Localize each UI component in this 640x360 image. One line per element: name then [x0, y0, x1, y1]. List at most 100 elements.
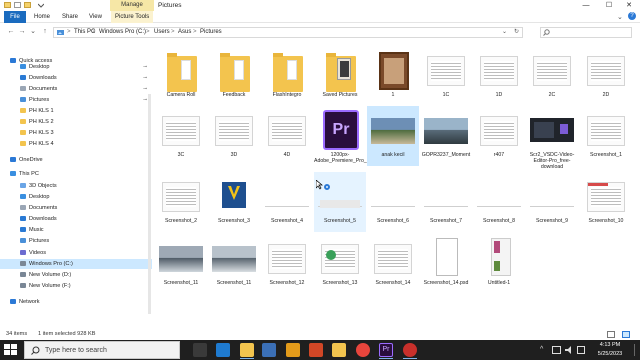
file-item[interactable]: anak kecil [367, 106, 419, 166]
quick-access-dropdown-icon[interactable] [37, 3, 45, 8]
file-item[interactable]: 4D [261, 106, 313, 166]
close-button[interactable]: ✕ [618, 0, 640, 11]
file-item[interactable]: Screenshot_4 [261, 172, 313, 232]
nav-item-pictures[interactable]: Pictures [20, 95, 49, 105]
nav-item-downloads[interactable]: Downloads [20, 214, 57, 224]
address-bar[interactable]: > This PC > Windows Pro (C:) > Users > A… [53, 27, 523, 38]
file-item[interactable]: 1 [367, 46, 419, 106]
file-item[interactable]: 3D [208, 106, 260, 166]
details-view-icon[interactable] [607, 331, 615, 338]
search-input[interactable] [540, 27, 632, 38]
large-icons-view-icon[interactable] [622, 331, 630, 338]
nav-item-documents[interactable]: Documents [20, 203, 57, 213]
folder-quick-icon[interactable] [4, 2, 11, 8]
file-item[interactable]: Saved Pictures [314, 46, 366, 106]
recorder-icon[interactable] [403, 343, 417, 357]
tab-share[interactable]: Share [62, 11, 78, 23]
up-button[interactable]: ↑ [40, 27, 50, 37]
crumb-drive[interactable]: Windows Pro (C:) [99, 28, 146, 37]
file-item[interactable]: Screenshot_14 [367, 234, 419, 294]
tab-home[interactable]: Home [34, 11, 50, 23]
nav-item-ph-kls-4[interactable]: PH KLS 4 [20, 139, 54, 149]
minimize-button[interactable]: — [575, 0, 597, 11]
file-item[interactable]: Untitled-1 [473, 234, 525, 294]
pin-icon[interactable]: ⊸ [143, 95, 147, 105]
nav-item-desktop[interactable]: Desktop [20, 192, 50, 202]
help-icon[interactable]: ? [628, 12, 636, 20]
back-button[interactable]: ← [6, 27, 16, 37]
crumb-asus[interactable]: Asus [178, 28, 191, 37]
address-dropdown-icon[interactable]: ⌄ [502, 28, 507, 37]
file-item[interactable]: Screenshot_2 [155, 172, 207, 232]
file-item[interactable]: FlashIntegro [261, 46, 313, 106]
pin-icon[interactable]: ⊸ [143, 73, 147, 83]
file-item[interactable]: r407 [473, 106, 525, 166]
file-item[interactable]: Screenshot_6 [367, 172, 419, 232]
refresh-icon[interactable]: ↻ [514, 28, 519, 37]
file-item[interactable]: GOPR3237_Moment [420, 106, 472, 166]
network-tray-icon[interactable] [552, 346, 561, 354]
file-item[interactable]: 2D [580, 46, 632, 106]
office-icon[interactable] [309, 343, 323, 357]
premiere-icon[interactable]: Pr [379, 343, 393, 357]
nav-item-music[interactable]: Music [20, 225, 44, 235]
file-item[interactable]: Screenshot_8 [473, 172, 525, 232]
file-item[interactable]: Screenshot_12 [261, 234, 313, 294]
pin-icon[interactable]: ⊸ [143, 62, 147, 72]
file-item[interactable]: Screenshot_9 [526, 172, 578, 232]
maximize-button[interactable]: ☐ [598, 0, 620, 11]
manage-tab[interactable]: Manage [110, 0, 154, 11]
file-item[interactable]: Screenshot_11 [155, 234, 207, 294]
file-item[interactable]: Screenshot_7 [420, 172, 472, 232]
nav-item-new-volume-d[interactable]: New Volume (D:) [20, 270, 71, 280]
file-explorer-icon[interactable] [240, 343, 254, 357]
tab-file[interactable]: File [4, 11, 26, 23]
crumb-users[interactable]: Users [154, 28, 170, 37]
task-view-icon[interactable] [193, 343, 207, 357]
nav-item-ph-kls-2[interactable]: PH KLS 2 [20, 117, 54, 127]
new-folder-quick-icon[interactable] [24, 2, 31, 8]
file-item[interactable]: 1D [473, 46, 525, 106]
show-desktop-button[interactable] [634, 344, 639, 356]
pin-icon[interactable]: ⊸ [143, 84, 147, 94]
tray-overflow-icon[interactable]: ^ [540, 345, 543, 355]
language-tray-icon[interactable] [577, 346, 585, 354]
file-item[interactable]: Screenshot_13 [314, 234, 366, 294]
file-item[interactable]: Screenshot_1 [580, 106, 632, 166]
nav-item-onedrive[interactable]: OneDrive [10, 155, 43, 165]
nav-item-network[interactable]: Network [10, 297, 40, 307]
volume-tray-icon[interactable] [565, 346, 575, 354]
nav-item-3d-objects[interactable]: 3D Objects [20, 181, 57, 191]
recent-locations-button[interactable]: ⌄ [28, 27, 38, 37]
expand-ribbon-icon[interactable]: ⌄ [617, 13, 623, 21]
nav-item-ph-kls-1[interactable]: PH KLS 1 [20, 106, 54, 116]
taskbar-search-box[interactable]: Type here to search [24, 341, 180, 359]
nav-item-videos[interactable]: Videos [20, 248, 46, 258]
nav-item-windows-pro-c[interactable]: Windows Pro (C:) [20, 259, 73, 269]
file-item[interactable]: Screenshot_11 [208, 234, 260, 294]
nav-item-downloads[interactable]: Downloads [20, 73, 57, 83]
edge-icon[interactable] [216, 343, 230, 357]
file-item[interactable]: Screenshot_10 [580, 172, 632, 232]
windows-start-icon[interactable] [4, 344, 17, 356]
tab-view[interactable]: View [89, 11, 102, 23]
properties-quick-icon[interactable] [14, 2, 21, 8]
nav-item-ph-kls-3[interactable]: PH KLS 3 [20, 128, 54, 138]
file-item[interactable]: 2C [526, 46, 578, 106]
winamp-icon[interactable] [286, 343, 300, 357]
nav-item-documents[interactable]: Documents [20, 84, 57, 94]
file-item[interactable]: Camera Roll [155, 46, 207, 106]
nav-item-desktop[interactable]: Desktop [20, 62, 50, 72]
crumb-pictures[interactable]: Pictures [200, 28, 222, 37]
file-item[interactable]: Screenshot_3 [208, 172, 260, 232]
chrome-icon[interactable] [356, 343, 370, 357]
nav-item-new-volume-f[interactable]: New Volume (F:) [20, 281, 71, 291]
file-item[interactable]: Screenshot_14.psd [420, 234, 472, 294]
file-item[interactable]: 1C [420, 46, 472, 106]
nav-scrollbar[interactable] [148, 94, 151, 314]
taskbar-clock[interactable]: 4:13 PM 5/25/2023 [588, 341, 632, 359]
tab-picture-tools[interactable]: Picture Tools [111, 11, 154, 23]
nav-item-this-pc[interactable]: This PC [10, 169, 39, 179]
forward-button[interactable]: → [17, 27, 27, 37]
folder-icon[interactable] [332, 343, 346, 357]
